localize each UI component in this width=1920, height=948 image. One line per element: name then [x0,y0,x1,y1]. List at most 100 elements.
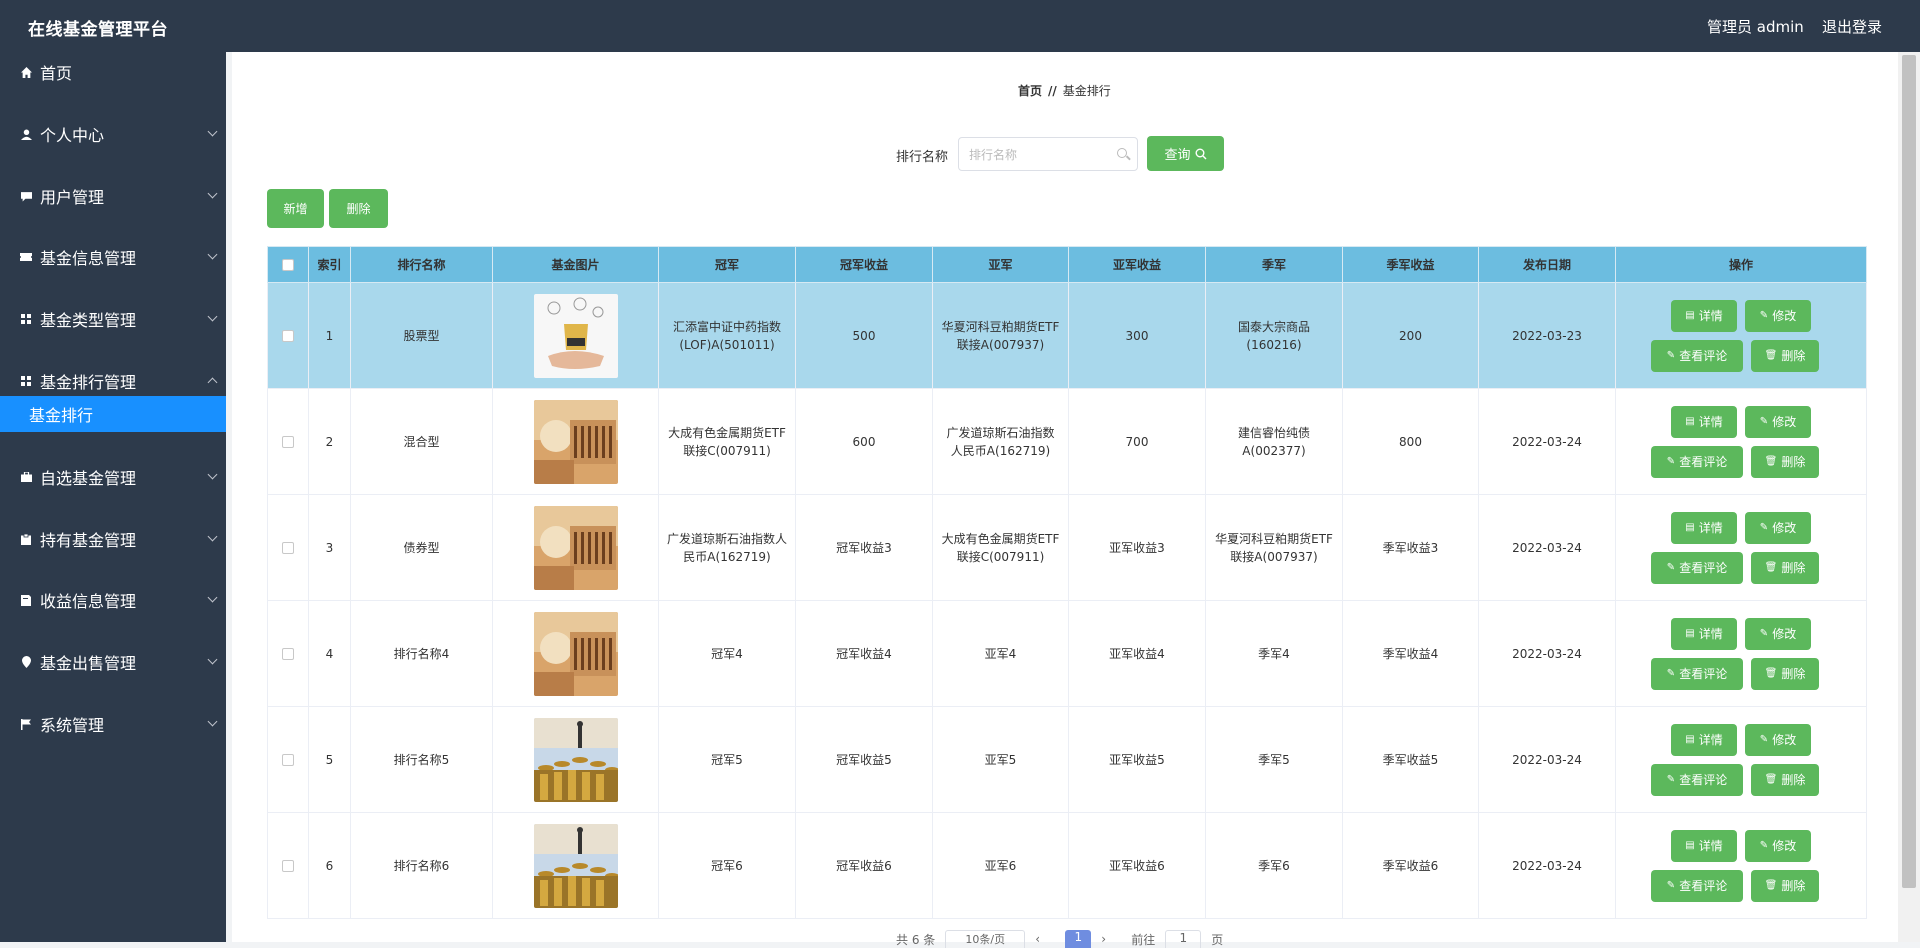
row-checkbox[interactable] [282,648,294,660]
row-checkbox[interactable] [282,542,294,554]
sidebar-item-sales[interactable]: 基金出售管理 [0,642,226,682]
scrollbar-thumb[interactable] [1902,55,1916,888]
table-row: 5 排行名称5 冠军5 冠军收益5 亚军5 亚军收益5 季军5 季军收益5 2022-03-24… [267,706,1867,813]
detail-button[interactable]: ▤ 详情 [1671,511,1737,544]
delete-button[interactable]: 删除 [329,189,388,228]
search-input[interactable]: 排行名称 [958,137,1138,171]
view-comments-label: 查看评论 [1679,560,1728,575]
view-comments-button[interactable]: ✎ 查看评论 [1651,763,1743,796]
sidebar-item-home[interactable]: 首页 [0,52,226,92]
row-checkbox[interactable] [282,436,294,448]
edit-label: 修改 [1772,520,1797,535]
sidebar-item-label: 首页 [40,64,73,83]
detail-button[interactable]: ▤ 详情 [1671,723,1737,756]
chevron-down-icon [207,188,218,199]
chevron-down-icon [207,377,218,388]
row-checkbox[interactable] [282,754,294,766]
sidebar-item-watchlist[interactable]: 自选基金管理 [0,457,226,497]
logout-link[interactable]: 退出登录 [1822,16,1882,37]
select-all-checkbox[interactable] [282,259,294,271]
page-size-select[interactable]: 10条/页 [945,930,1026,948]
view-comments-label: 查看评论 [1679,666,1728,681]
cell-fund-image [492,812,659,919]
row-delete-button[interactable]: 🗑 删除 [1751,445,1819,478]
cell-index: 1 [308,282,351,389]
view-comments-button[interactable]: ✎ 查看评论 [1651,657,1743,690]
vertical-scrollbar[interactable] [1898,52,1920,942]
document-icon: ▤ [1685,627,1695,639]
sidebar-item-label: 基金类型管理 [40,311,137,330]
row-checkbox[interactable] [282,860,294,872]
sidebar-item-users[interactable]: 用户管理 [0,176,226,216]
prev-page-button[interactable]: ‹ [1035,932,1055,946]
cell-third-gain: 800 [1342,388,1479,495]
row-delete-button[interactable]: 🗑 删除 [1751,763,1819,796]
cell-date: 2022-03-24 [1478,494,1616,601]
pagination: 共 6 条 10条/页 ‹ 1 › 前往 1 页 [896,930,1223,948]
detail-button[interactable]: ▤ 详情 [1671,829,1737,862]
chevron-down-icon [207,126,218,137]
cell-fund-image [492,600,659,707]
view-comments-label: 查看评论 [1679,878,1728,893]
add-button[interactable]: 新增 [267,189,324,228]
view-comments-button[interactable]: ✎ 查看评论 [1651,551,1743,584]
document-icon: ▤ [1685,733,1695,745]
sidebar-item-holdings[interactable]: 持有基金管理 [0,519,226,559]
cell-ranking-name: 股票型 [350,282,493,389]
comment-icon [20,190,32,202]
edit-icon: ✎ [1759,627,1769,639]
search-button[interactable]: 查询 [1147,136,1224,171]
detail-label: 详情 [1698,838,1723,853]
chevron-down-icon [207,716,218,727]
cell-ranking-name: 排行名称5 [350,706,493,813]
view-comments-button[interactable]: ✎ 查看评论 [1651,445,1743,478]
sidebar-item-fund-ranking[interactable]: 基金排行管理 [0,361,226,401]
sidebar-subitem-ranking[interactable]: 基金排行 [0,396,226,432]
edit-button[interactable]: ✎ 修改 [1745,405,1811,438]
sidebar-item-system[interactable]: 系统管理 [0,704,226,744]
page-number-button[interactable]: 1 [1065,930,1092,948]
detail-button[interactable]: ▤ 详情 [1671,405,1737,438]
briefcase-icon [20,471,32,483]
cell-champion: 冠军5 [658,706,796,813]
edit-button[interactable]: ✎ 修改 [1745,511,1811,544]
view-comments-button[interactable]: ✎ 查看评论 [1651,869,1743,902]
edit-icon: ✎ [1666,879,1676,891]
sidebar-item-label: 基金排行管理 [40,373,137,392]
edit-button[interactable]: ✎ 修改 [1745,299,1811,332]
column-header: 发布日期 [1478,246,1616,283]
chevron-down-icon [207,592,218,603]
sidebar-item-fund-type[interactable]: 基金类型管理 [0,299,226,339]
breadcrumb-home[interactable]: 首页 [1018,84,1042,98]
cell-champion-gain: 500 [795,282,933,389]
next-page-button[interactable]: › [1101,932,1121,946]
fund-thumbnail [501,399,650,484]
view-comments-label: 查看评论 [1679,772,1728,787]
row-delete-button[interactable]: 🗑 删除 [1751,551,1819,584]
view-comments-button[interactable]: ✎ 查看评论 [1651,339,1743,372]
detail-button[interactable]: ▤ 详情 [1671,617,1737,650]
cell-third: 季军4 [1205,600,1343,707]
edit-button[interactable]: ✎ 修改 [1745,617,1811,650]
sidebar-item-fund-info[interactable]: 基金信息管理 [0,237,226,277]
detail-button[interactable]: ▤ 详情 [1671,299,1737,332]
breadcrumb-separator: // [1048,84,1057,98]
cell-actions: ▤ 详情 ✎ 修改 ✎ 查看评论 🗑 删除 [1615,600,1867,707]
cell-runner-up: 大成有色金属期货ETF联接C(007911) [932,494,1069,601]
pager-total: 共 6 条 [896,932,936,947]
edit-icon: ✎ [1666,349,1676,361]
row-delete-label: 删除 [1781,666,1806,681]
sidebar-item-personal[interactable]: 个人中心 [0,114,226,154]
row-delete-button[interactable]: 🗑 删除 [1751,339,1819,372]
row-delete-button[interactable]: 🗑 删除 [1751,869,1819,902]
edit-button[interactable]: ✎ 修改 [1745,723,1811,756]
cell-date: 2022-03-24 [1478,600,1616,707]
sidebar-item-earnings[interactable]: 收益信息管理 [0,580,226,620]
detail-label: 详情 [1698,520,1723,535]
edit-button[interactable]: ✎ 修改 [1745,829,1811,862]
cell-champion: 广发道琼斯石油指数人民币A(162719) [658,494,796,601]
row-checkbox[interactable] [282,330,294,342]
chevron-down-icon [207,654,218,665]
row-delete-button[interactable]: 🗑 删除 [1751,657,1819,690]
goto-page-input[interactable]: 1 [1165,930,1202,948]
